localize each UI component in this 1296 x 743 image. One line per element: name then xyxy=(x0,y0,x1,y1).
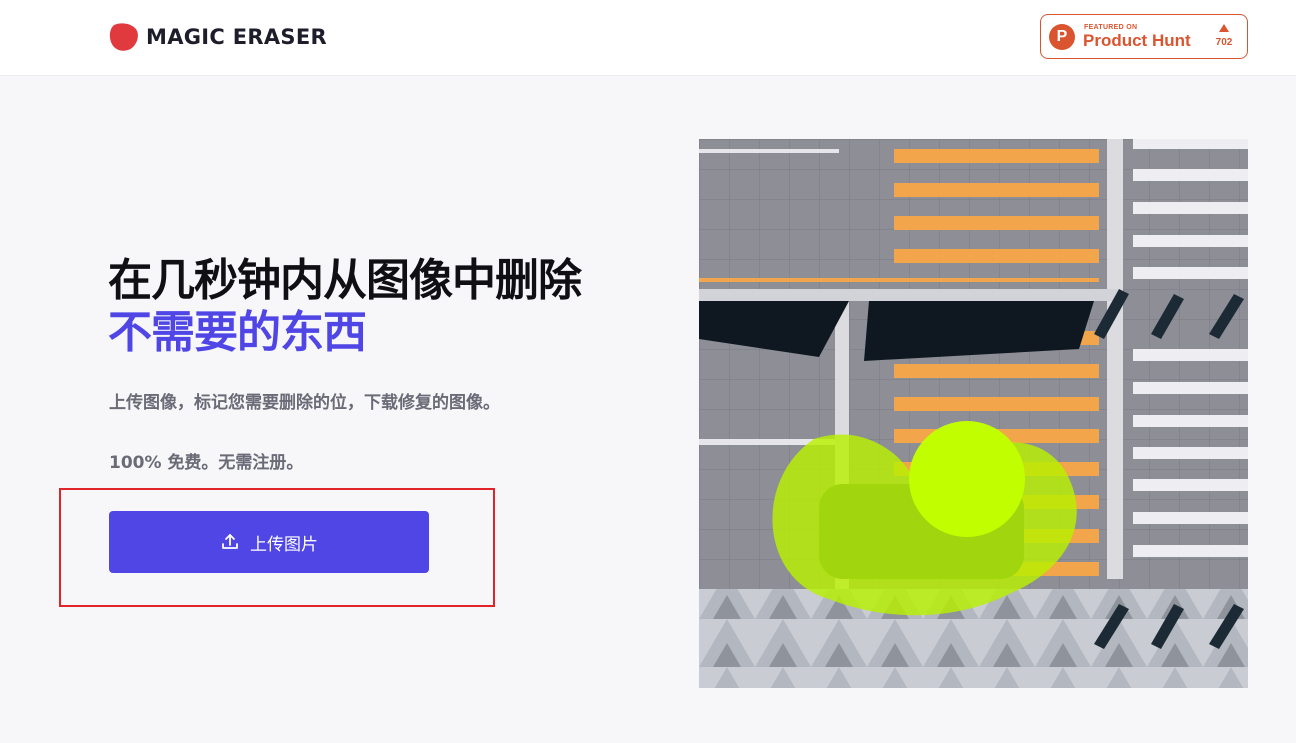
magic-eraser-logo-icon xyxy=(109,23,138,51)
product-hunt-featured-label: FEATURED ON xyxy=(1084,24,1138,31)
hero-title: 在几秒钟内从图像中删除 不需要的东西 xyxy=(108,255,582,359)
product-hunt-logo-icon: P xyxy=(1049,24,1075,50)
product-hunt-upvote-count: 702 xyxy=(1215,37,1233,48)
hero-subtitle: 上传图像，标记您需要删除的位，下载修复的图像。 xyxy=(109,393,500,413)
logo[interactable]: MAGIC ERASER xyxy=(108,20,327,54)
hero-title-line1: 在几秒钟内从图像中删除 xyxy=(108,255,582,306)
free-note: 100% 免费。无需注册。 xyxy=(109,453,304,473)
upvote-arrow-icon xyxy=(1219,24,1229,32)
logo-text: MAGIC ERASER xyxy=(146,25,327,49)
product-hunt-badge[interactable]: P FEATURED ON Product Hunt 702 xyxy=(1040,14,1248,59)
demo-image xyxy=(699,139,1248,688)
site-header: MAGIC ERASER P FEATURED ON Product Hunt … xyxy=(0,0,1296,76)
upload-image-button[interactable]: 上传图片 xyxy=(109,511,429,573)
upload-icon xyxy=(222,534,238,549)
demo-aerial-photo xyxy=(699,139,1248,688)
product-hunt-name: Product Hunt xyxy=(1083,31,1191,50)
upload-button-label: 上传图片 xyxy=(250,534,318,555)
hero-title-line2: 不需要的东西 xyxy=(108,307,367,358)
